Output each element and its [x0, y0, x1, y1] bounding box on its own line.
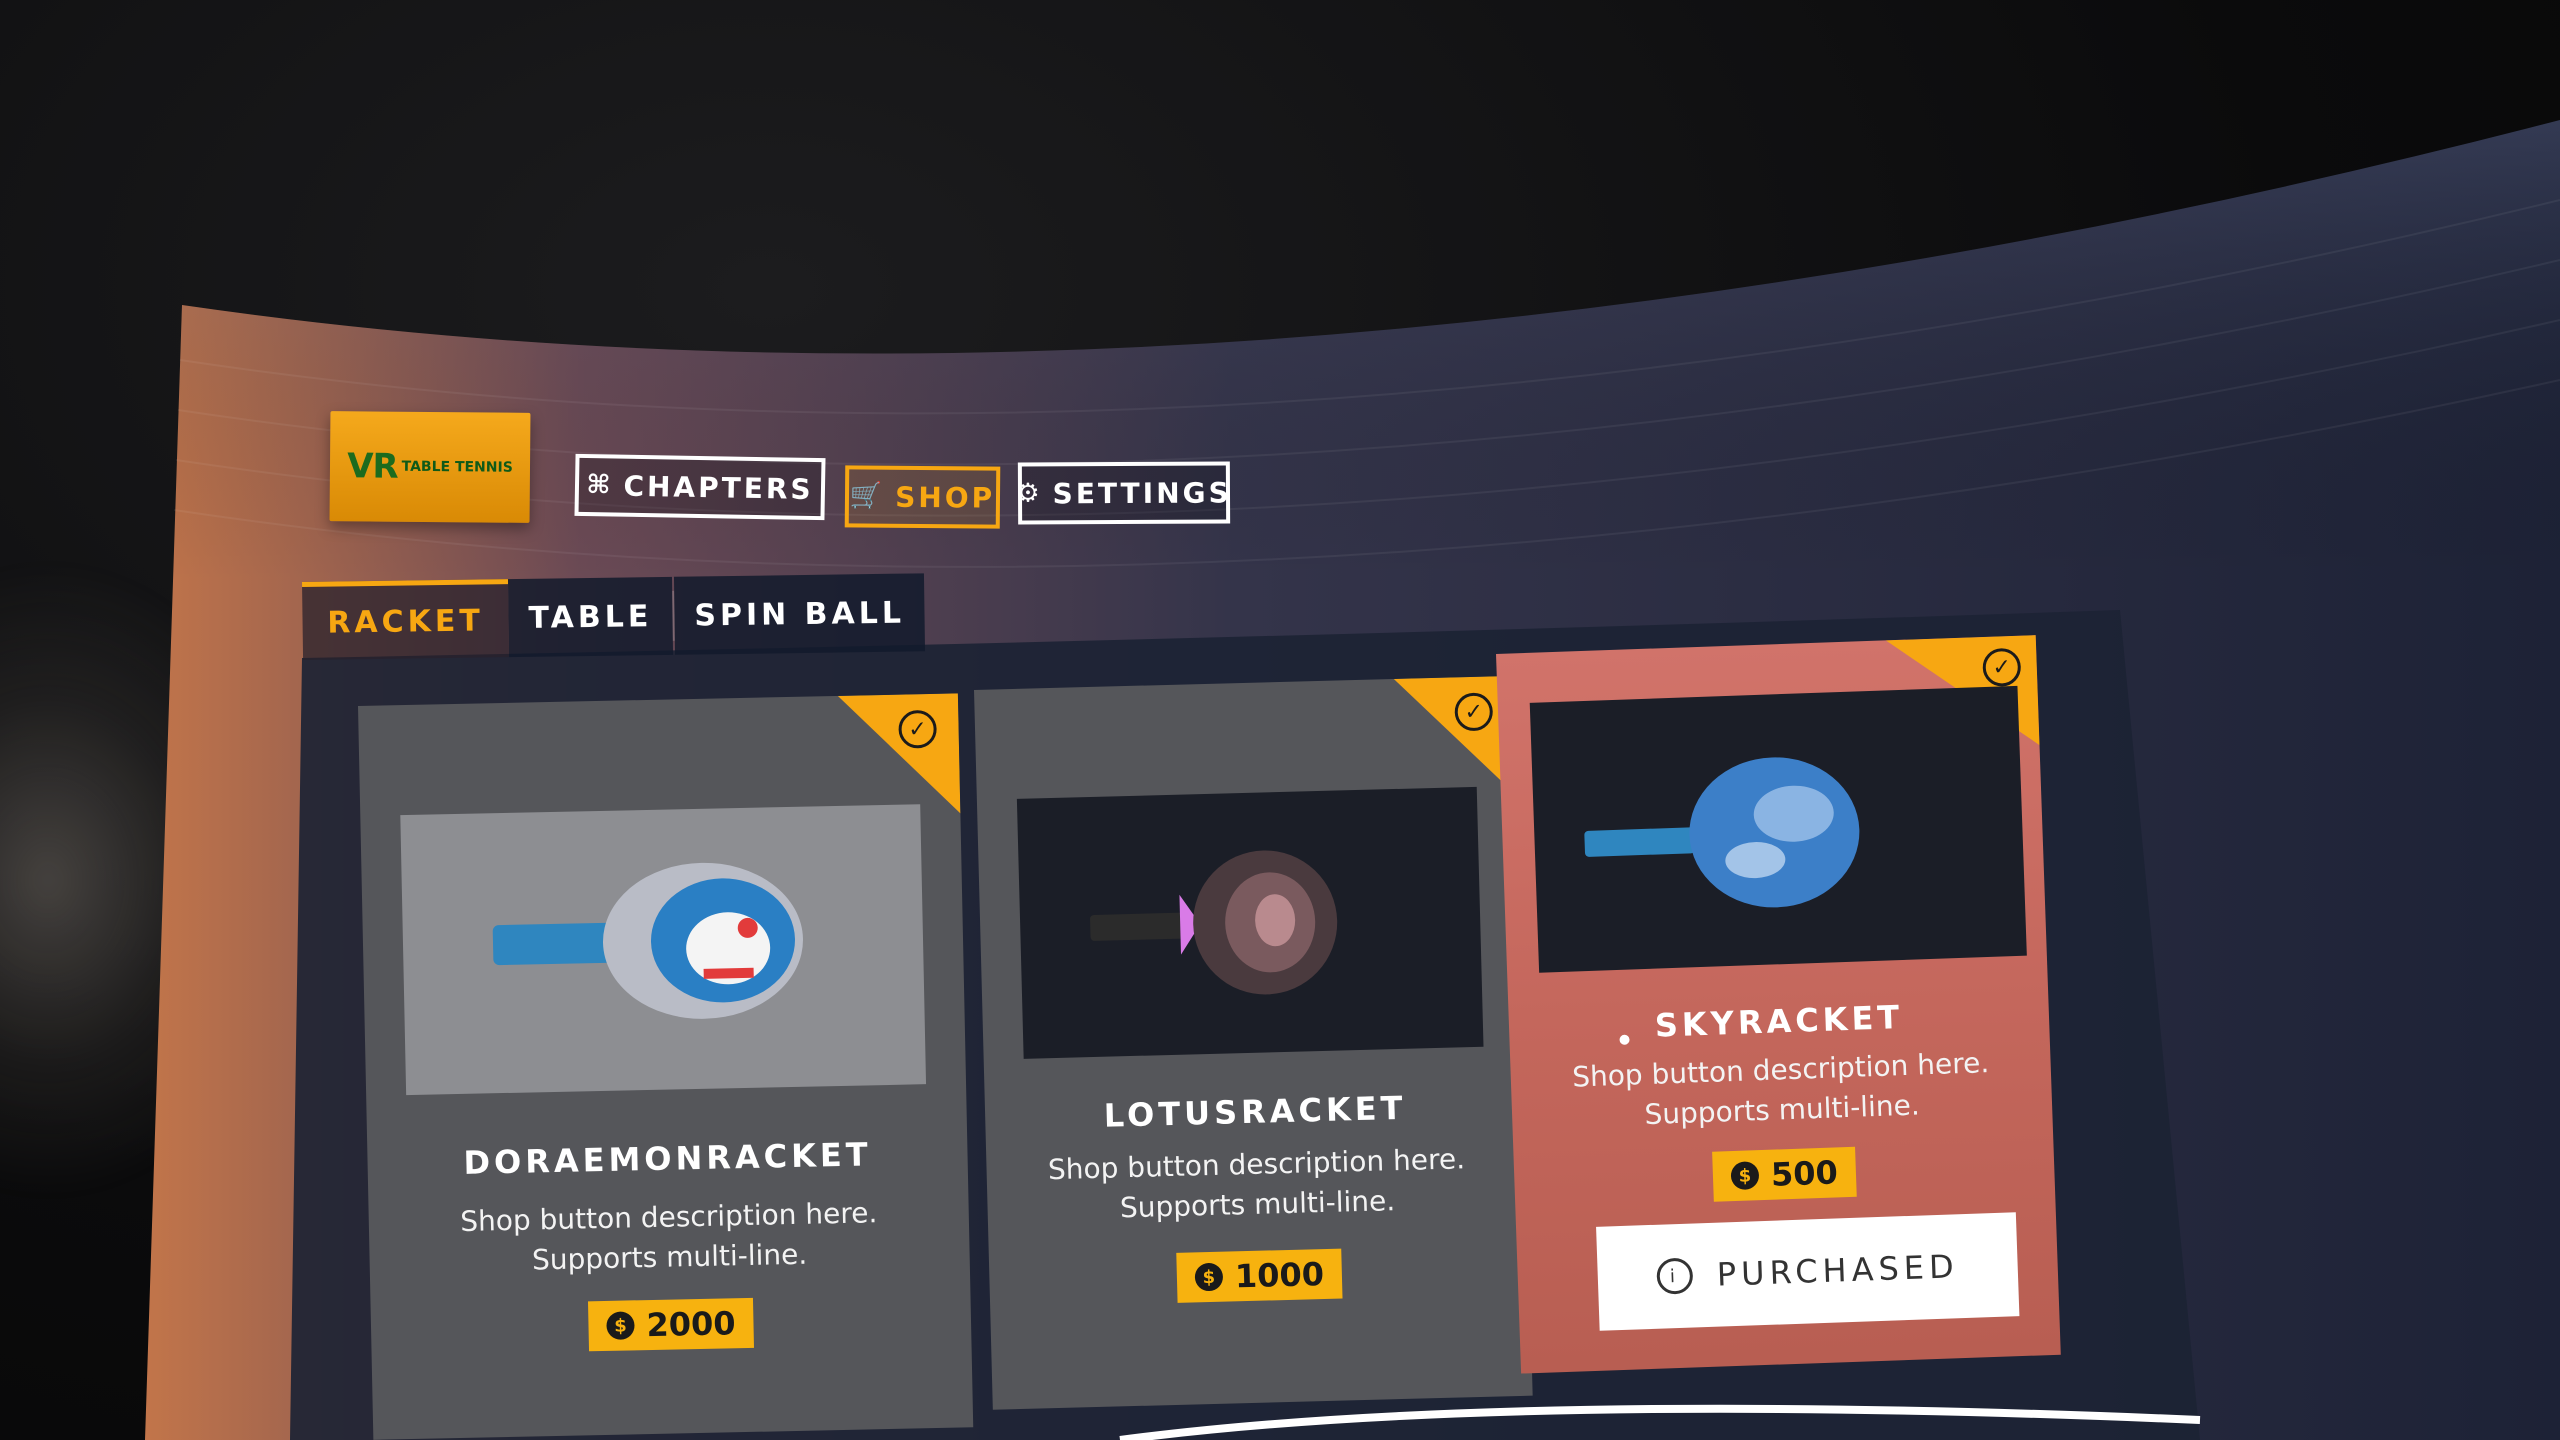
racket-thumbnail — [1016, 786, 1484, 1059]
owned-ribbon — [837, 693, 961, 816]
price-value: 1000 — [1234, 1255, 1325, 1296]
tab-racket-label: RACKET — [327, 603, 485, 641]
racket-thumbnail — [400, 804, 927, 1096]
card-description: Shop button description here. Supports m… — [388, 1192, 950, 1284]
tab-racket[interactable]: RACKET — [302, 579, 510, 660]
doraemon-racket-image — [492, 862, 803, 1019]
logo-text: VR — [346, 446, 398, 487]
card-title: LOTUSRACKET — [1103, 1088, 1407, 1135]
cart-icon: 🛒 — [849, 481, 886, 512]
purchased-label: PURCHASED — [1716, 1247, 1960, 1294]
tab-spin-ball[interactable]: SPIN BALL — [673, 573, 926, 655]
tab-table-label: TABLE — [528, 598, 653, 636]
gear-icon: ⚙ — [1016, 478, 1043, 509]
price-badge: $ 2000 — [587, 1297, 755, 1352]
tab-spin-ball-label: SPIN BALL — [694, 595, 906, 634]
nav-chapters-button[interactable]: ⌘ CHAPTERS — [574, 453, 826, 521]
card-description: Shop button description here. Supports m… — [1006, 1138, 1508, 1231]
tab-table[interactable]: TABLE — [507, 576, 673, 658]
coin-icon: $ — [606, 1311, 635, 1340]
sky-racket-image — [1584, 757, 1860, 908]
lotus-racket-image — [1090, 850, 1338, 995]
price-badge: $ 500 — [1712, 1146, 1857, 1202]
info-icon: i — [1656, 1257, 1694, 1295]
price-value: 2000 — [646, 1304, 736, 1345]
shop-card-doraemon[interactable]: ✓ DORAEMONRACKET Shop button description… — [358, 693, 974, 1440]
shop-card-sky[interactable]: ✓ SKYRACKET Shop button description here… — [1496, 635, 2061, 1374]
card-description: Shop button description here. Supports m… — [1530, 1042, 2032, 1139]
coin-icon: $ — [1194, 1262, 1224, 1292]
game-logo: VR TABLE TENNIS — [329, 411, 531, 523]
category-tabs: RACKET TABLE SPIN BALL — [302, 573, 926, 660]
nav-chapters-label: CHAPTERS — [623, 469, 814, 506]
nav-settings-label: SETTINGS — [1052, 475, 1232, 510]
purchased-button[interactable]: i PURCHASED — [1596, 1212, 2020, 1331]
logo-subtext: TABLE TENNIS — [401, 458, 513, 476]
racket-thumbnail — [1529, 685, 2027, 973]
shop-card-lotus[interactable]: ✓ LOTUSRACKET Shop button description he… — [974, 675, 1533, 1410]
card-title: SKYRACKET — [1654, 998, 1904, 1045]
nav-shop-label: SHOP — [895, 480, 996, 515]
price-badge: $ 1000 — [1176, 1248, 1343, 1303]
price-value: 500 — [1770, 1153, 1839, 1194]
nav-shop-button[interactable]: 🛒 SHOP — [844, 465, 1001, 529]
nav-settings-button[interactable]: ⚙ SETTINGS — [1016, 461, 1232, 525]
chapters-icon: ⌘ — [586, 470, 614, 501]
coin-icon: $ — [1730, 1161, 1760, 1191]
card-title: DORAEMONRACKET — [463, 1135, 873, 1182]
